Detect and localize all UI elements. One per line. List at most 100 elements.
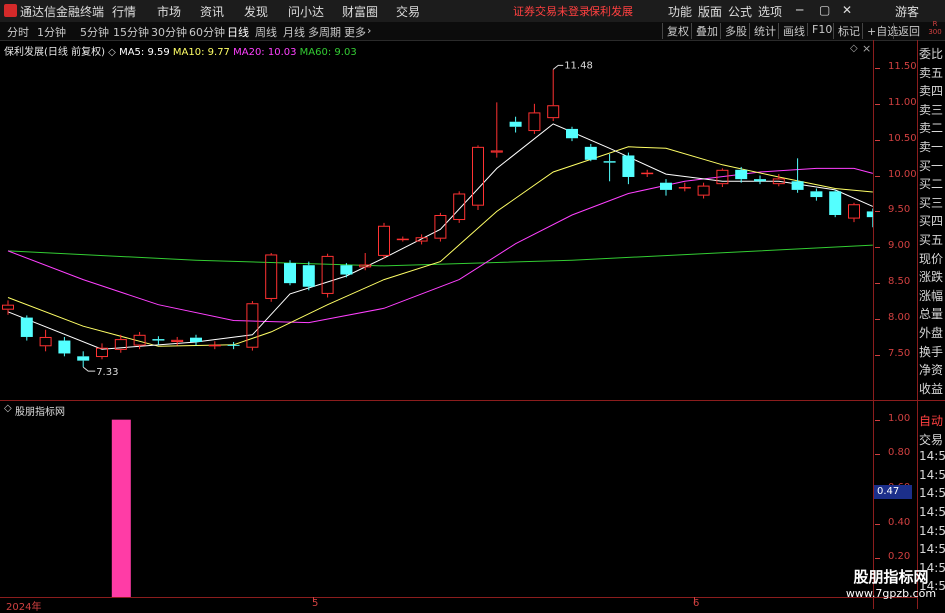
y-axis-line	[873, 40, 874, 609]
candle	[190, 334, 202, 346]
price-tick-label: 11.00	[888, 96, 917, 108]
menu-item-markets[interactable]: 市场	[157, 3, 181, 20]
indicator-tick-label: 1.00	[888, 412, 911, 424]
trade-time-label: 14:56	[919, 523, 945, 538]
menu-item-news[interactable]: 资讯	[200, 3, 224, 20]
period-5min[interactable]: 5分钟	[80, 24, 109, 40]
candle	[866, 208, 873, 228]
candle-body	[227, 344, 240, 346]
period-more[interactable]: 更多	[344, 24, 366, 40]
multi-stock-button[interactable]: 多股	[720, 23, 751, 39]
app-title: 通达信金融终端	[20, 5, 105, 19]
low-pointer	[82, 366, 96, 372]
candle	[20, 315, 33, 341]
period-monthly[interactable]: 月线	[283, 24, 305, 40]
indicator-tick	[875, 454, 880, 456]
quote-label: 现价	[919, 251, 944, 266]
candle-body	[528, 112, 541, 132]
overlay-button[interactable]: 叠加	[691, 23, 722, 39]
candle	[622, 152, 635, 185]
guest-label[interactable]: 游客	[895, 3, 919, 20]
trade-time-label: 14:56	[919, 505, 945, 519]
candle-body	[848, 204, 860, 219]
candle	[603, 154, 616, 182]
price-tick	[875, 283, 880, 285]
price-tick	[875, 319, 880, 321]
candle	[453, 191, 466, 223]
menu-item-trade[interactable]: 交易	[396, 3, 420, 20]
menu-item-market[interactable]: 行情	[112, 3, 136, 20]
candle-body	[566, 128, 578, 139]
adjust-button[interactable]: 复权	[662, 23, 693, 39]
candle	[246, 301, 259, 351]
period-multi[interactable]: 多周期	[308, 24, 341, 40]
menu-item-function[interactable]: 功能	[668, 3, 692, 20]
indicator-tick	[875, 419, 880, 421]
candle-body	[77, 356, 90, 361]
high-price-label: 11.48	[564, 60, 593, 71]
trade-time-label: 14:56	[919, 486, 945, 501]
menu-item-assistant[interactable]: 问小达	[288, 3, 324, 20]
candle-body	[171, 339, 184, 342]
period-60min[interactable]: 60分钟	[189, 24, 225, 40]
period-30min[interactable]: 30分钟	[151, 24, 187, 40]
candle	[359, 253, 372, 271]
candle	[302, 261, 315, 291]
quote-label: 换手	[919, 344, 944, 359]
quote-label: 买三	[919, 195, 944, 210]
mark-button[interactable]: 标记	[833, 23, 864, 39]
candle	[660, 179, 672, 196]
period-15min[interactable]: 15分钟	[113, 24, 149, 40]
period-intraday[interactable]: 分时	[7, 24, 29, 40]
price-tick-label: 9.00	[888, 240, 911, 252]
menu-item-options[interactable]: 选项	[758, 3, 782, 20]
price-tick-label: 10.50	[888, 132, 917, 144]
candle	[829, 189, 842, 218]
price-tick-label: 10.00	[888, 168, 917, 180]
draw-line-button[interactable]: 画线	[778, 23, 809, 39]
candle-body	[754, 179, 766, 182]
price-tick	[875, 211, 880, 213]
period-weekly[interactable]: 周线	[255, 24, 277, 40]
quote-label: 涨跌	[919, 270, 944, 285]
menu-item-wealth[interactable]: 财富圈	[342, 3, 378, 20]
quote-label: 买一	[919, 158, 944, 173]
menu-item-layout[interactable]: 版面	[698, 3, 722, 20]
maximize-icon[interactable]: ▢	[819, 3, 830, 17]
trade-mode-label: 交易	[919, 432, 944, 447]
candle	[697, 182, 710, 199]
candle-body	[697, 185, 710, 196]
candle	[754, 175, 766, 185]
quote-label: 外盘	[919, 326, 944, 340]
close-icon[interactable]: ✕	[842, 3, 852, 17]
indicator-value-badge: 0.47	[874, 485, 912, 499]
chevron-right-icon[interactable]: ›	[367, 24, 371, 37]
statistics-button[interactable]: 统计	[749, 23, 780, 39]
trade-time-label: 14:56	[919, 449, 945, 464]
candlestick-chart[interactable]: 11.48 7.33	[0, 40, 873, 400]
login-alert[interactable]: 证券交易未登录	[513, 3, 590, 19]
minimize-icon[interactable]: ─	[796, 3, 803, 17]
candle-body	[190, 337, 202, 342]
candle	[265, 253, 278, 302]
candle-body	[340, 265, 353, 275]
candle	[547, 69, 560, 122]
price-axis: 11.50 11.00 10.50 10.00 9.50 9.00 8.50 8.00 7.50	[875, 40, 917, 400]
candle-body	[396, 238, 409, 241]
indicator-chart[interactable]	[0, 401, 873, 597]
period-daily[interactable]: 日线	[227, 24, 249, 40]
menu-item-formula[interactable]: 公式	[728, 3, 752, 20]
candle	[58, 336, 71, 357]
indicator-tick	[875, 523, 880, 525]
f10-button[interactable]: F10	[807, 23, 836, 36]
candle-body	[735, 169, 748, 180]
back-button[interactable]: 返回	[893, 23, 924, 39]
indicator-tick-label: 0.20	[888, 551, 911, 563]
menu-item-discover[interactable]: 发现	[244, 3, 268, 20]
period-1min[interactable]: 1分钟	[37, 24, 66, 40]
high-pointer	[552, 64, 564, 70]
candle-body	[208, 344, 221, 347]
trade-mode-label: 自动	[919, 414, 944, 428]
candle-body	[791, 181, 804, 190]
watermark-url: www.7gpzb.com	[845, 587, 937, 600]
